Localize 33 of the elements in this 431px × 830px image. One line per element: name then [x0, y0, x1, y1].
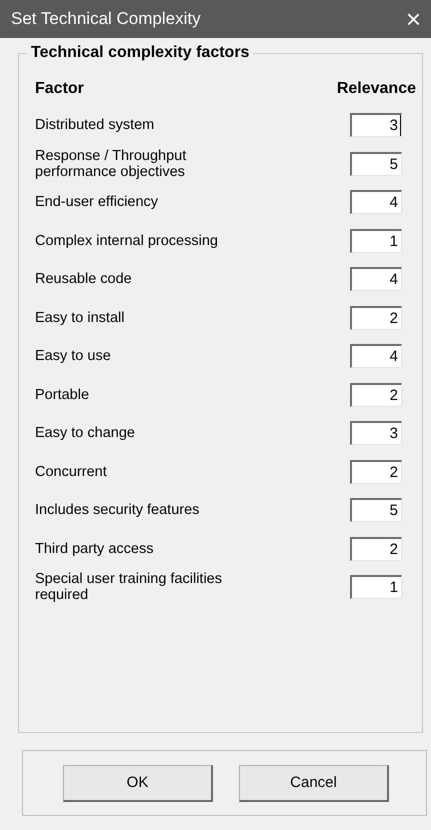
- dialog-button[interactable]: Cancel: [239, 764, 389, 802]
- relevance-field[interactable]: 2: [350, 382, 402, 407]
- factor-label: Easy to change: [35, 425, 136, 442]
- factor-label: Portable: [35, 386, 90, 403]
- factor-label: Response / Throughput performance objectives: [35, 148, 188, 180]
- group-title: Technical complexity factors: [27, 44, 254, 62]
- relevance-field[interactable]: 5: [350, 498, 402, 522]
- relevance-field[interactable]: 5: [350, 152, 402, 176]
- relevance-field[interactable]: 1: [350, 228, 402, 253]
- column-header: Relevance: [336, 80, 416, 98]
- relevance-field[interactable]: 4: [350, 344, 402, 368]
- close-button[interactable]: ×: [406, 6, 421, 32]
- relevance-field[interactable]: 4: [350, 267, 402, 292]
- column-header: Factor: [35, 80, 84, 98]
- factor-label: Concurrent: [35, 464, 108, 480]
- window-title: Set Technical Complexity: [11, 9, 201, 29]
- relevance-field[interactable]: 4: [350, 190, 402, 214]
- factor-label: Reusable code: [35, 271, 133, 288]
- relevance-field[interactable]: 3: [350, 421, 402, 446]
- factor-label: Third party access: [35, 540, 154, 557]
- relevance-field[interactable]: 1: [350, 575, 402, 600]
- factor-label: Easy to install: [35, 310, 126, 326]
- factor-label: Easy to use: [35, 348, 112, 364]
- factor-label: Special user training facilities required: [35, 571, 223, 604]
- factor-label: Distributed system: [35, 117, 156, 134]
- relevance-field[interactable]: 3: [350, 113, 402, 138]
- factor-label: End-user efficiency: [35, 194, 160, 210]
- relevance-field[interactable]: 2: [350, 460, 402, 484]
- dialog-button[interactable]: OK: [63, 764, 213, 802]
- factor-label: Includes security features: [35, 502, 200, 518]
- relevance-field[interactable]: 2: [350, 306, 402, 330]
- factor-label: Complex internal processing: [35, 232, 219, 249]
- relevance-field[interactable]: 2: [350, 536, 402, 561]
